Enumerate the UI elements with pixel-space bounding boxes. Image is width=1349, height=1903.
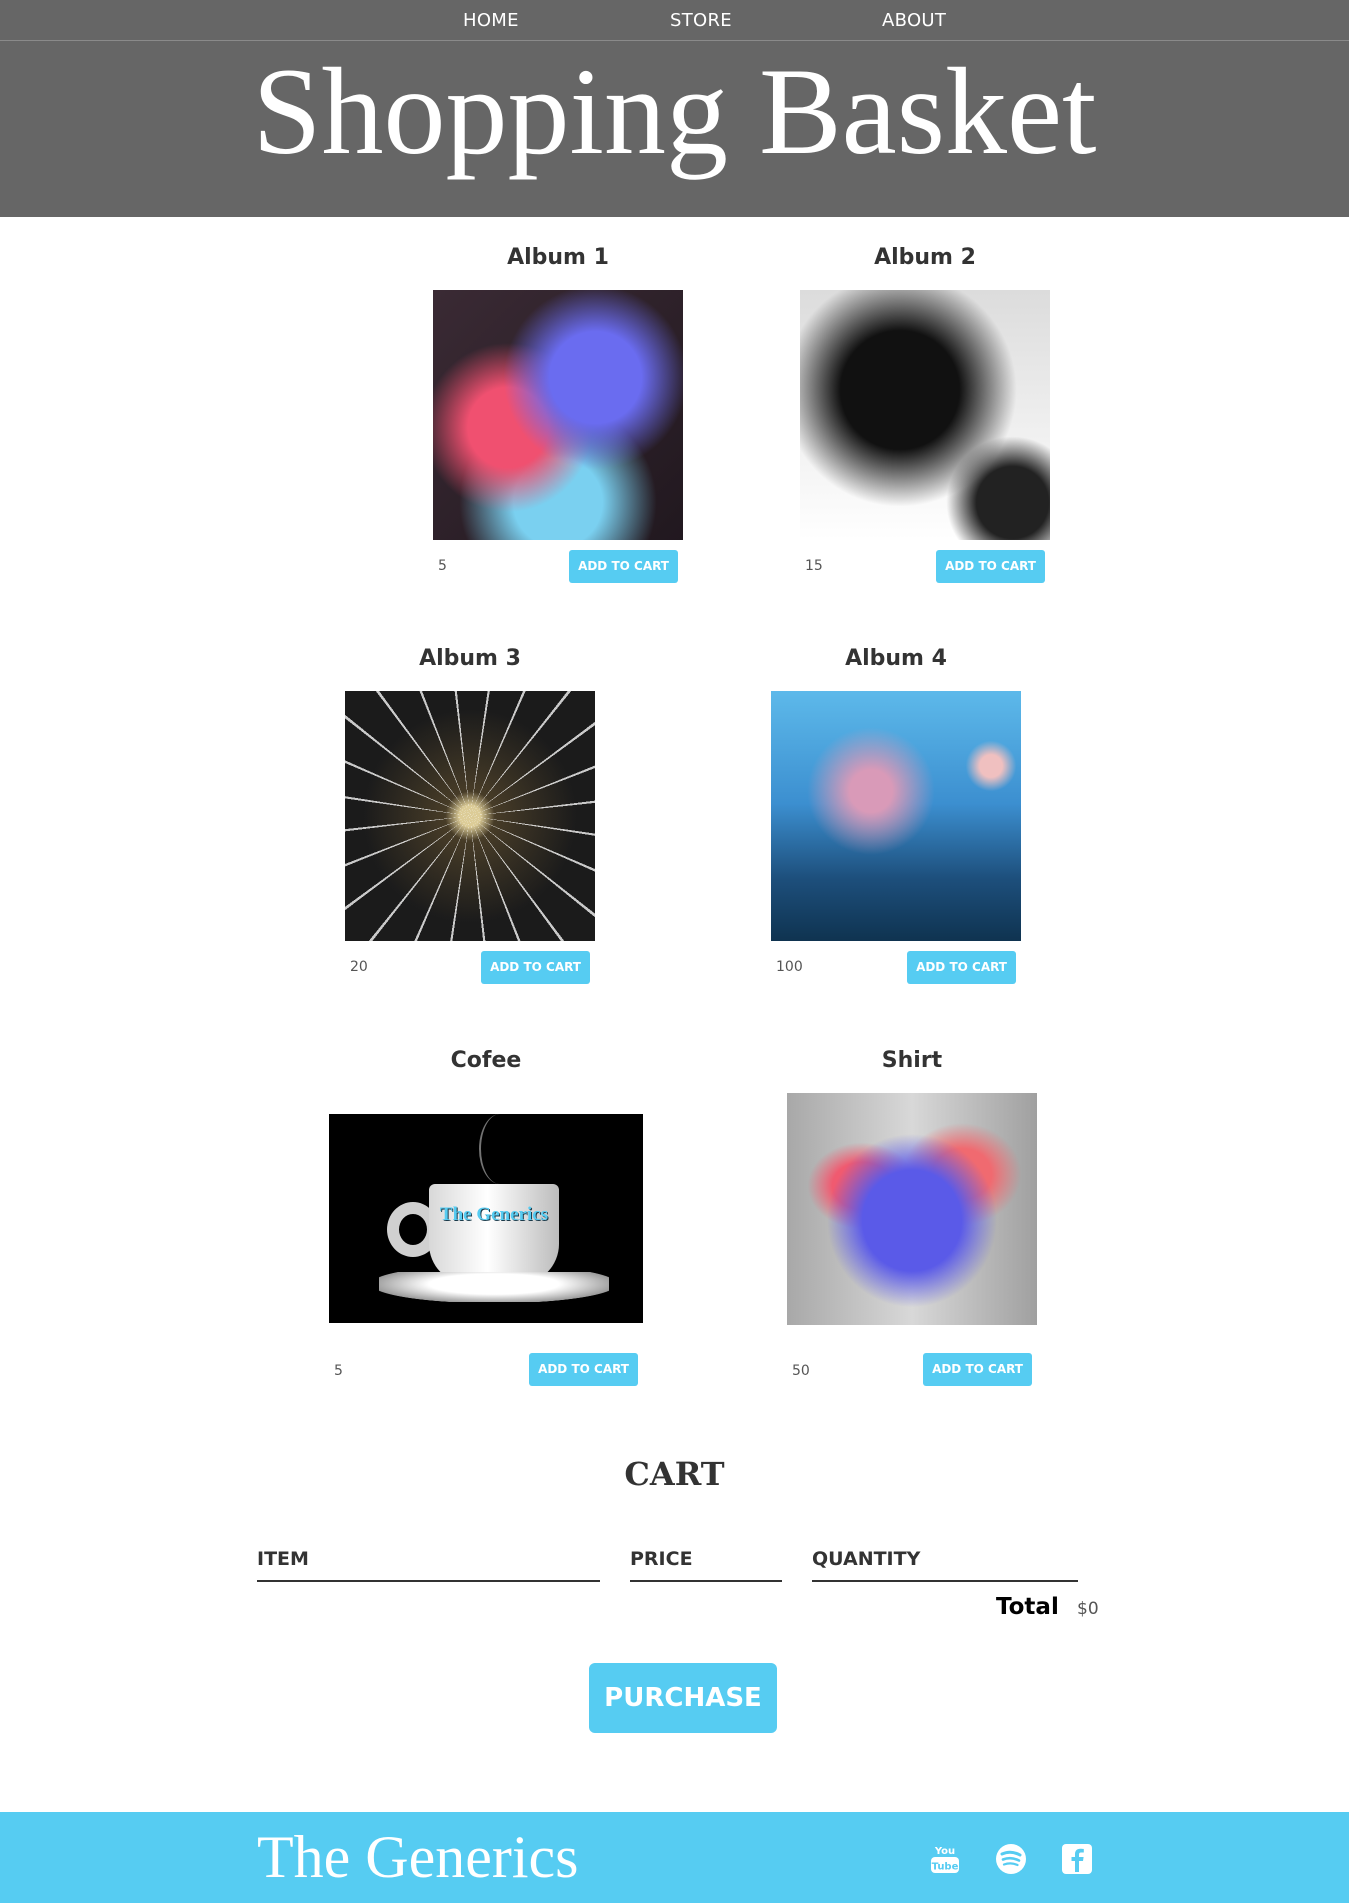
item-price: 100 [776,959,803,975]
cup-shape [429,1184,559,1284]
add-to-cart-button[interactable]: ADD TO CART [923,1353,1032,1386]
steam-shape [479,1114,521,1184]
store-item-shirt: Shirt 50 ADD TO CART [787,1048,1037,1393]
store-item-album-4: Album 4 100 ADD TO CART [771,646,1021,986]
store-item-coffee: Cofee The Generics 5 ADD TO CART [329,1048,643,1393]
nav-store-link[interactable]: STORE [670,10,732,31]
coffee-cup-image: The Generics [329,1114,643,1323]
cart-total-value: $0 [1077,1599,1099,1619]
item-price: 5 [438,558,447,574]
item-price: 5 [334,1363,343,1379]
site-footer: The Generics You Tube [0,1812,1349,1903]
purchase-button[interactable]: PURCHASE [589,1663,777,1733]
item-title: Album 3 [419,646,521,671]
store-item-album-1: Album 1 5 ADD TO CART [433,245,683,585]
item-title: Cofee [450,1048,522,1073]
site-header: HOME STORE ABOUT Shopping Basket [0,0,1349,217]
item-title: Album 2 [874,245,976,270]
cart-column-price: PRICE [630,1548,782,1582]
footer-band-name: The Generics [257,1824,579,1890]
nav-home-link[interactable]: HOME [463,10,519,31]
add-to-cart-button[interactable]: ADD TO CART [529,1353,638,1386]
youtube-icon[interactable]: You Tube [928,1842,962,1876]
item-title: Album 4 [845,646,947,671]
cart-title: CART [624,1455,725,1493]
cart-total-label: Total [996,1594,1059,1620]
add-to-cart-button[interactable]: ADD TO CART [569,550,678,583]
add-to-cart-button[interactable]: ADD TO CART [481,951,590,984]
album-3-image [345,691,595,941]
nav-about-link[interactable]: ABOUT [882,10,946,31]
svg-text:Tube: Tube [932,1862,959,1873]
album-2-image [800,290,1050,540]
svg-text:You: You [934,1846,955,1857]
store-item-album-2: Album 2 15 ADD TO CART [800,245,1050,585]
page-title: Shopping Basket [252,43,1097,180]
shirt-image [787,1093,1037,1325]
saucer-shape [379,1272,609,1302]
spotify-icon[interactable] [994,1842,1028,1876]
main-nav: HOME STORE ABOUT [0,0,1349,41]
album-1-image [433,290,683,540]
store-item-album-3: Album 3 20 ADD TO CART [345,646,595,986]
album-4-image [771,691,1021,941]
item-price: 20 [350,959,368,975]
item-title: Album 1 [507,245,609,270]
item-price: 50 [792,1363,810,1379]
cart-column-quantity: QUANTITY [812,1548,1078,1582]
cart-column-item: ITEM [257,1548,600,1582]
add-to-cart-button[interactable]: ADD TO CART [907,951,1016,984]
add-to-cart-button[interactable]: ADD TO CART [936,550,1045,583]
facebook-icon[interactable] [1060,1842,1094,1876]
item-title: Shirt [881,1048,943,1073]
coffee-cup-logo-text: The Generics [439,1204,549,1225]
item-price: 15 [805,558,823,574]
